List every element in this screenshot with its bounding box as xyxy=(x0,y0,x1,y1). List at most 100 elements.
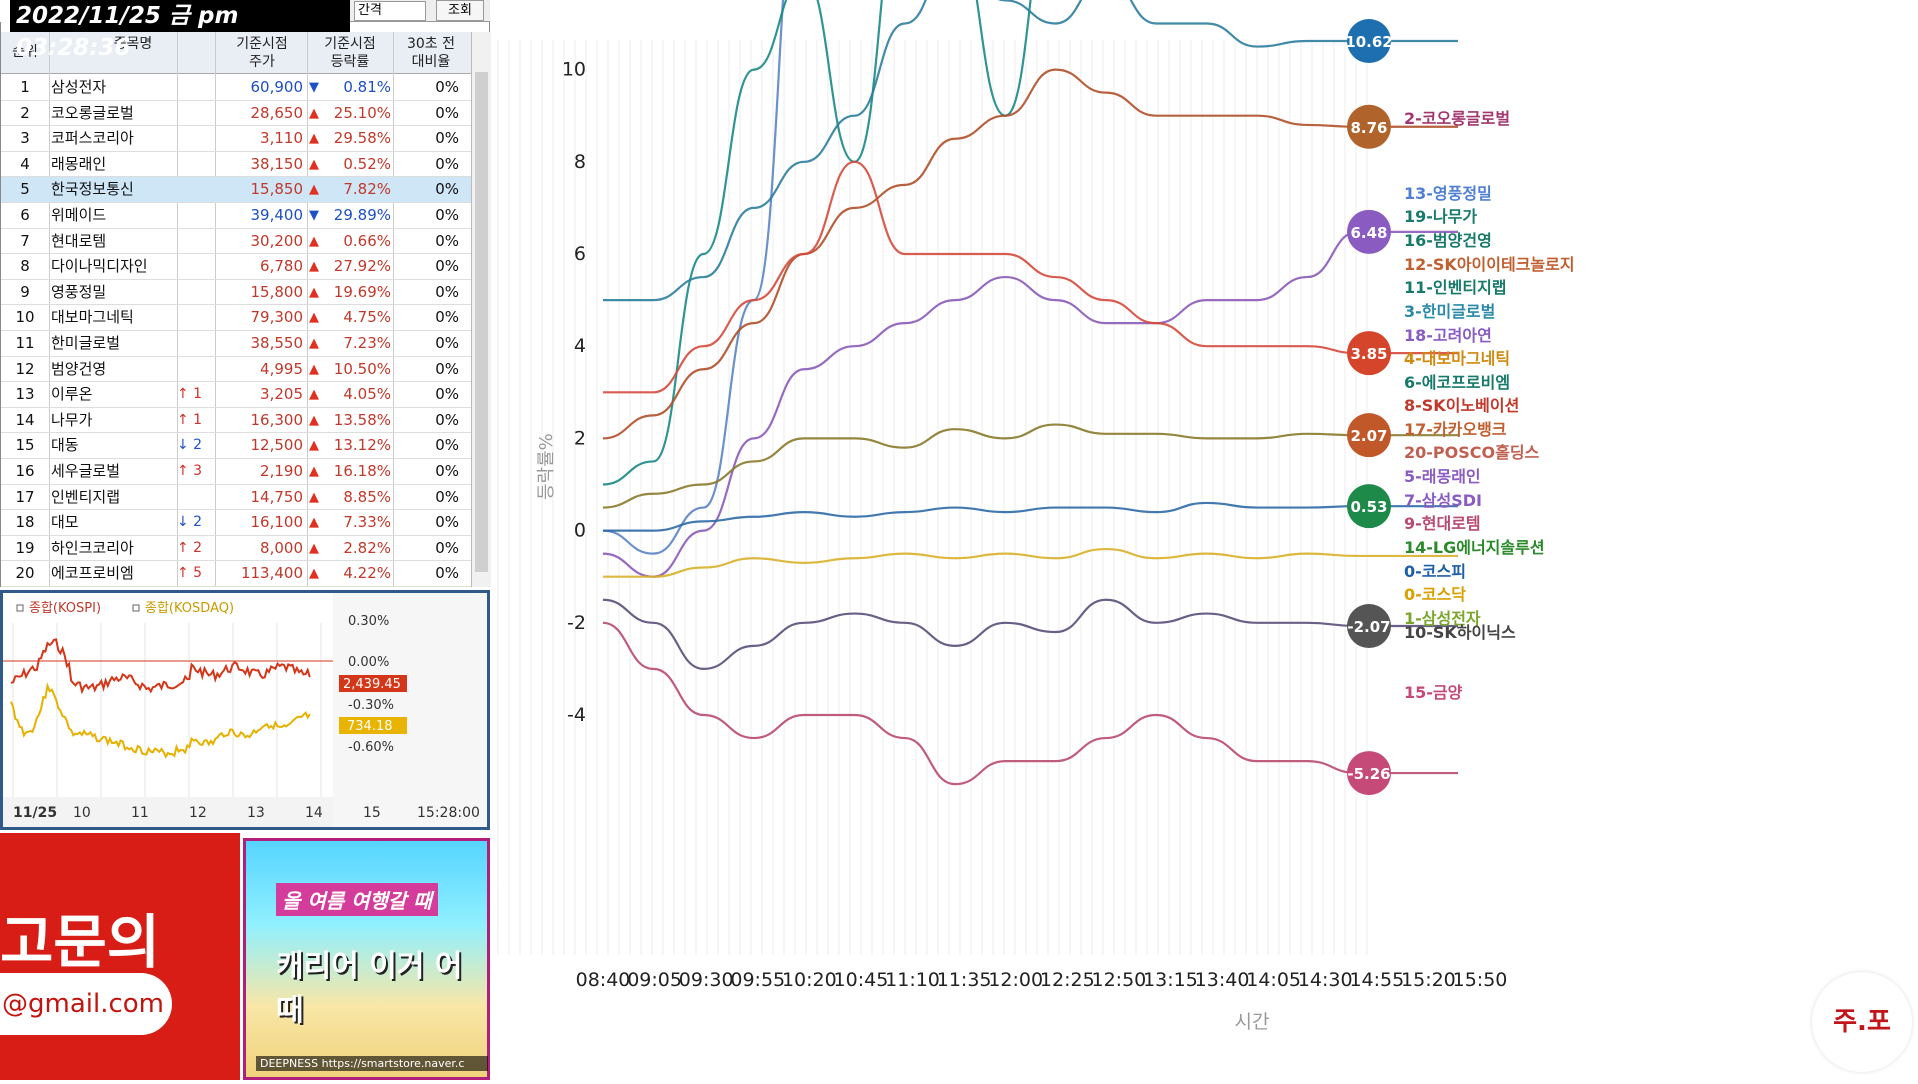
ad-banner[interactable]: 고문의 @gmail.com 올 여름 여행갈 때 캐리어 이거 어때 DEEP… xyxy=(0,833,490,1080)
rank-cell: 18 xyxy=(15,513,35,532)
table-row[interactable]: 9 영풍정밀 15,800 ▲ 19.69% 0% xyxy=(1,280,471,306)
y-tick-label: 6 xyxy=(574,243,586,265)
series-label: 18-고려아연 xyxy=(1404,326,1492,345)
bubble-label: 8.76 xyxy=(1350,119,1387,137)
price-cell: 3,110 xyxy=(260,129,303,148)
ad-big-text: 고문의 xyxy=(0,908,161,976)
name-cell: 대모 xyxy=(51,513,79,532)
table-scrollbar[interactable] xyxy=(471,32,491,587)
table-row[interactable]: 1 삼성전자 60,900 ▼ 0.81% 0% xyxy=(1,75,471,101)
name-cell: 하인크코리아 xyxy=(51,538,134,557)
table-row[interactable]: 7 현대로템 30,200 ▲ 0.66% 0% xyxy=(1,229,471,255)
header-r30: 30초 전 대비율 xyxy=(406,36,456,70)
direction-icon: ▲ xyxy=(309,438,319,454)
index-mini-chart: 종합(KOSPI) 종합(KOSDAQ) 0.30% 0.00% -0.30% -0.60… xyxy=(0,590,490,830)
direction-icon: ▲ xyxy=(309,387,319,403)
series-label: 17-카카오뱅크 xyxy=(1404,420,1507,439)
legend-marker xyxy=(16,604,24,612)
series-label: 3-한미글로벌 xyxy=(1404,302,1495,321)
table-row[interactable]: 10 대보마그네틱 79,300 ▲ 4.75% 0% xyxy=(1,305,471,331)
rank-cell: 10 xyxy=(15,308,35,327)
table-row[interactable]: 16 세우글로벌 ↑ 3 2,190 ▲ 16.18% 0% xyxy=(1,459,471,485)
ad-promo-image[interactable]: 올 여름 여행갈 때 캐리어 이거 어때 DEEPNESS https://sm… xyxy=(243,838,490,1080)
logo: 주.포 xyxy=(1812,972,1912,1072)
bubble-label: 3.85 xyxy=(1350,345,1387,363)
name-cell: 대보마그네틱 xyxy=(51,308,134,327)
table-row[interactable]: 4 래몽래인 38,150 ▲ 0.52% 0% xyxy=(1,152,471,178)
name-cell: 범양건영 xyxy=(51,359,107,378)
interval-select[interactable]: 간격 xyxy=(354,1,426,21)
x-tick-label: 09:55 xyxy=(730,969,785,991)
table-row[interactable]: 15 대동 ↓ 2 12,500 ▲ 13.12% 0% xyxy=(1,433,471,459)
scrollbar-thumb[interactable] xyxy=(475,72,488,572)
table-row[interactable]: 13 이루온 ↑ 1 3,205 ▲ 4.05% 0% xyxy=(1,382,471,408)
x-tick-label: 12:25 xyxy=(1040,969,1095,991)
rank-cell: 2 xyxy=(20,103,30,122)
table-row[interactable]: 18 대모 ↓ 2 16,100 ▲ 7.33% 0% xyxy=(1,510,471,536)
legend-marker xyxy=(132,604,140,612)
ad-red-panel: 고문의 @gmail.com xyxy=(0,833,240,1080)
price-cell: 4,995 xyxy=(260,359,303,378)
kospi-line xyxy=(10,638,311,695)
table-row[interactable]: 5 한국정보통신 15,850 ▲ 7.82% 0% xyxy=(1,177,471,203)
bubble-label: 2.07 xyxy=(1350,427,1387,445)
series-label: 6-에코프로비엠 xyxy=(1404,373,1510,392)
name-cell: 인벤티지랩 xyxy=(51,487,121,506)
price-cell: 16,100 xyxy=(250,513,304,532)
direction-icon: ▲ xyxy=(309,131,319,147)
series-label: 11-인벤티지랩 xyxy=(1404,278,1507,297)
rank-change-cell: ↓ 2 xyxy=(177,437,203,454)
rate-cell: 0.66% xyxy=(343,231,391,250)
price-cell: 113,400 xyxy=(240,564,303,583)
r30-cell: 0% xyxy=(435,513,459,532)
table-row[interactable]: 20 에코프로비엠 ↑ 5 113,400 ▲ 4.22% 0% xyxy=(1,561,471,587)
search-button[interactable]: 조회 xyxy=(436,0,484,21)
rate-cell: 8.85% xyxy=(343,487,391,506)
mini-axis-label: 0.00% xyxy=(348,655,389,670)
series-line xyxy=(602,160,1459,394)
kosdaq-value: 734.18 xyxy=(347,719,393,734)
name-cell: 위메이드 xyxy=(51,206,107,224)
series-label: 20-POSCO홀딩스 xyxy=(1404,443,1540,462)
name-cell: 삼성전자 xyxy=(51,78,107,96)
table-row[interactable]: 11 한미글로벌 38,550 ▲ 7.23% 0% xyxy=(1,331,471,357)
rank-cell: 17 xyxy=(15,487,35,506)
price-cell: 3,205 xyxy=(260,385,303,404)
rank-change-cell: ↑ 3 xyxy=(177,463,203,479)
bubble-label: -2.07 xyxy=(1347,618,1390,636)
direction-icon: ▼ xyxy=(309,80,319,95)
name-cell: 한미글로벌 xyxy=(51,334,121,352)
promo-line-3: DEEPNESS https://smartstore.naver.c xyxy=(256,1056,488,1071)
r30-cell: 0% xyxy=(435,334,459,352)
legend-kosdaq: 종합(KOSDAQ) xyxy=(145,601,234,616)
table-row[interactable]: 6 위메이드 39,400 ▼ 29.89% 0% xyxy=(1,203,471,229)
mini-x-label: 11 xyxy=(131,805,149,821)
series-label: 19-나무가 xyxy=(1404,207,1477,226)
price-cell: 28,650 xyxy=(250,103,304,122)
rate-cell: 29.58% xyxy=(333,129,391,148)
table-row[interactable]: 14 나무가 ↑ 1 16,300 ▲ 13.58% 0% xyxy=(1,408,471,434)
table-row[interactable]: 8 다이나믹디자인 6,780 ▲ 27.92% 0% xyxy=(1,254,471,280)
table-row[interactable]: 3 코퍼스코리아 3,110 ▲ 29.58% 0% xyxy=(1,126,471,152)
price-cell: 15,850 xyxy=(250,180,304,199)
x-tick-label: 09:05 xyxy=(627,969,682,991)
table-row[interactable]: 19 하인크코리아 ↑ 2 8,000 ▲ 2.82% 0% xyxy=(1,536,471,562)
price-cell: 2,190 xyxy=(260,462,303,480)
series-group xyxy=(602,0,1459,786)
r30-cell: 0% xyxy=(435,282,459,301)
x-tick-label: 13:15 xyxy=(1143,969,1198,991)
x-tick-label: 15:50 xyxy=(1453,969,1508,991)
table-row[interactable]: 17 인벤티지랩 14,750 ▲ 8.85% 0% xyxy=(1,485,471,511)
rank-cell: 11 xyxy=(15,334,35,352)
direction-icon: ▲ xyxy=(309,566,319,582)
rate-cell: 29.89% xyxy=(333,206,391,224)
table-row[interactable]: 2 코오롱글로벌 28,650 ▲ 25.10% 0% xyxy=(1,101,471,127)
y-tick-label: -4 xyxy=(567,704,586,726)
direction-icon: ▲ xyxy=(309,310,319,326)
r30-cell: 0% xyxy=(435,308,459,327)
table-row[interactable]: 12 범양건영 4,995 ▲ 10.50% 0% xyxy=(1,357,471,383)
rank-cell: 16 xyxy=(15,462,35,480)
rate-cell: 13.58% xyxy=(333,410,391,429)
r30-cell: 0% xyxy=(435,462,459,480)
y-tick-label: 4 xyxy=(574,335,586,357)
